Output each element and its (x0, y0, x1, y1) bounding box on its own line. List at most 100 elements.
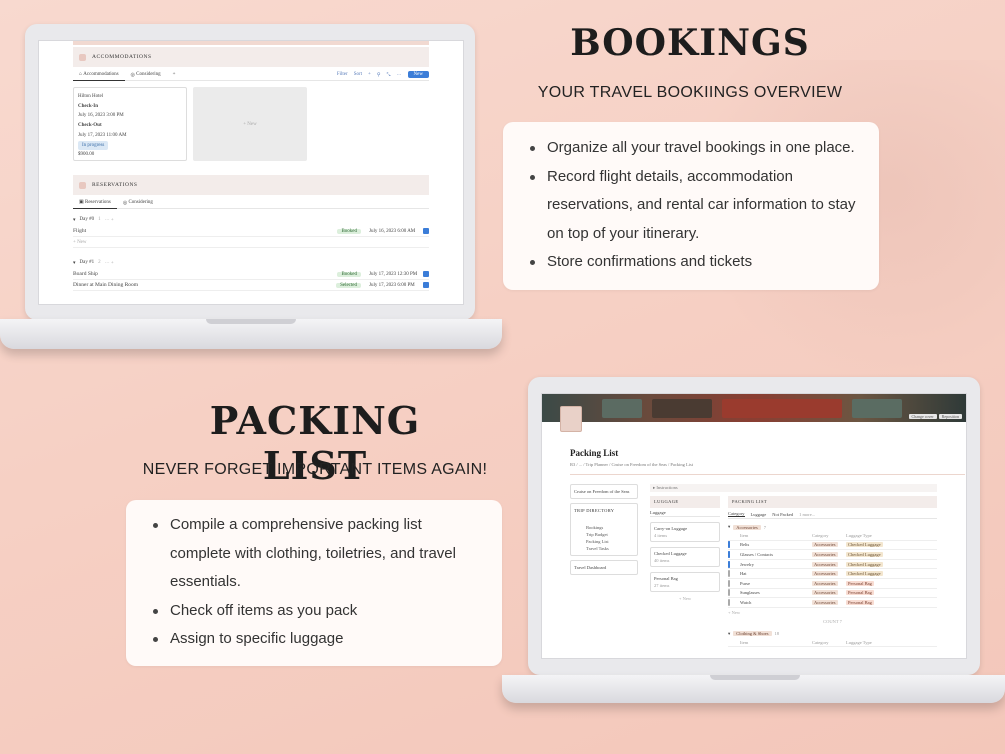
tab-considering[interactable]: ◎ Considering (125, 69, 167, 81)
bookings-bullet-continued: on top of your itinerary. (547, 224, 700, 242)
automation-button[interactable]: + (368, 72, 371, 77)
search-icon[interactable]: ⚲ (377, 72, 381, 78)
packing-row[interactable]: Jewelry Accessories Checked Luggage (728, 560, 937, 570)
tab-luggage-view[interactable]: Luggage (751, 512, 767, 517)
group-clothing[interactable]: ▾ Clothing & Shoes 18 (728, 630, 937, 638)
new-item-button[interactable]: + New (728, 608, 937, 617)
change-cover-button[interactable]: Change cover (908, 414, 937, 419)
category-tag: Accessories (812, 551, 838, 557)
table-header: Item Category Luggage Type (728, 638, 937, 648)
packing-row[interactable]: Sunglasses Accessories Personal Bag (728, 589, 937, 599)
cover-banner: Change cover Reposition (542, 394, 966, 422)
packed-checkbox[interactable] (728, 560, 730, 568)
bookings-screen: ACCOMMODATIONS ⌂ Accommodations ◎ Consid… (38, 40, 464, 305)
checkbox[interactable] (423, 228, 429, 234)
category-tag: Accessories (812, 599, 838, 605)
dir-item-packing[interactable]: Packing List (574, 538, 634, 545)
tab-accommodations[interactable]: ⌂ Accommodations (73, 69, 125, 81)
luggage-tag: Personal Bag (846, 590, 874, 596)
checkin-label: Check-In (78, 103, 99, 109)
packed-checkbox[interactable] (728, 589, 730, 597)
sort-button[interactable]: Sort (354, 72, 362, 77)
bookings-card: Organize all your travel bookings in one… (503, 122, 879, 290)
reposition-button[interactable]: Reposition (938, 414, 962, 419)
hotel-price: $900.00 (78, 152, 95, 158)
tab-res-considering[interactable]: ◎ Considering (117, 197, 159, 209)
packing-row[interactable]: Glasses / Contacts Accessories Checked Lug… (728, 550, 937, 560)
item-name: Purse (740, 580, 750, 586)
tab-category[interactable]: Category (728, 511, 745, 517)
bookings-bullet-continued: reservations, and rental car information… (547, 196, 856, 213)
page-title: Packing List (570, 448, 619, 458)
category-tag: Accessories (812, 561, 838, 567)
packing-row[interactable]: Hat Accessories Checked Luggage (728, 569, 937, 579)
day1-group[interactable]: ▾ Day #1 2 ⋯ + (73, 256, 429, 269)
packing-row[interactable]: Watch Accessories Personal Bag (728, 598, 937, 608)
day0-group[interactable]: ▾ Day #0 1 ⋯ + (73, 213, 429, 226)
toggle-icon[interactable]: ▾ (73, 260, 76, 266)
checkout-label: Check-Out (78, 123, 102, 129)
dashboard-link[interactable]: Travel Dashboard (570, 560, 638, 575)
packing-section: PACKING LIST Category Luggage Not Packed… (728, 496, 937, 648)
laptop-bookings: ACCOMMODATIONS ⌂ Accommodations ◎ Consid… (0, 0, 505, 355)
tab-more[interactable]: 1 more... (799, 512, 815, 517)
luggage-tag: Checked Luggage (846, 571, 883, 577)
luggage-section: LUGGAGE Luggage Carry-on Luggage 4 items… (650, 496, 720, 601)
table-row[interactable]: Board Ship Booked July 17, 2023 12:30 PM (73, 269, 429, 280)
dir-item-tasks[interactable]: Travel Tasks (574, 545, 634, 552)
packed-checkbox[interactable] (728, 579, 730, 587)
item-name: Watch (740, 599, 752, 605)
tab-not-packed[interactable]: Not Packed (772, 512, 793, 517)
luggage-card[interactable]: Carry-on Luggage 4 items (650, 522, 720, 542)
new-row-button[interactable]: + New (73, 237, 429, 248)
packing-bullet: Check off items as you pack (150, 597, 502, 626)
day0-count: 1 (98, 217, 101, 222)
luggage-tag: Checked Luggage (846, 561, 883, 567)
checkout-date: July 17, 2023 11:00 AM (78, 132, 127, 138)
checkin-date: July 16, 2023 3:00 PM (78, 113, 124, 119)
bookings-title: BOOKINGS (570, 22, 810, 64)
toggle-icon[interactable]: ▾ (73, 217, 76, 223)
table-header: Item Category Luggage Type (728, 531, 937, 541)
breadcrumb[interactable]: R3 / ... / Trip Planner / Cruise on Free… (570, 462, 693, 467)
packing-row[interactable]: Belts Accessories Checked Luggage (728, 541, 937, 551)
packing-row[interactable]: Purse Accessories Personal Bag (728, 579, 937, 589)
packed-checkbox[interactable] (728, 598, 730, 606)
hotel-card[interactable]: Hilton Hotel Check-In July 16, 2023 3:00… (73, 87, 187, 161)
item-name: Belts (740, 542, 750, 548)
add-view-button[interactable]: + (167, 69, 182, 81)
reservations-header: RESERVATIONS (73, 175, 429, 195)
tab-luggage[interactable]: Luggage (650, 508, 720, 517)
bookings-subtitle: YOUR TRAVEL BOOKIINGS OVERVIEW (537, 84, 843, 101)
instructions-toggle[interactable]: ▸ Instructions (650, 484, 937, 492)
luggage-tag: Checked Luggage (846, 551, 883, 557)
tab-reservations[interactable]: ▣ Reservations (73, 197, 117, 209)
count-footer: COUNT 7 (823, 618, 842, 624)
cruise-link[interactable]: Cruise on Freedom of the Seas (570, 484, 638, 499)
dir-item-budget[interactable]: Trip Budget (574, 531, 634, 538)
table-row[interactable]: Dinner at Main Dining Room Selected July… (73, 280, 429, 291)
checkbox[interactable] (423, 271, 429, 277)
packing-subtitle: NEVER FORGET IMPORTANT ITEMS AGAIN! (142, 461, 488, 478)
new-card-placeholder[interactable]: + New (193, 87, 307, 161)
item-name: Sunglasses (740, 590, 760, 596)
group-accessories[interactable]: ▾ Accessories 7 (728, 523, 937, 531)
new-button[interactable]: New (407, 71, 429, 78)
packed-checkbox[interactable] (728, 541, 730, 549)
new-luggage-button[interactable]: + New (650, 596, 720, 601)
packed-checkbox[interactable] (728, 550, 730, 558)
filter-button[interactable]: Filter (337, 72, 348, 77)
luggage-card[interactable]: Checked Luggage 40 items (650, 547, 720, 567)
expand-icon[interactable]: ⤡ (387, 72, 391, 78)
bookings-bullet: Store confirmations and tickets (527, 248, 879, 277)
dir-item-bookings[interactable]: Bookings (574, 524, 634, 531)
more-icon[interactable]: ⋯ (397, 72, 402, 78)
luggage-tag: Personal Bag (846, 580, 874, 586)
table-row[interactable]: Flight Booked July 16, 2023 6:00 AM (73, 226, 429, 237)
bookings-bullet: Record flight details, accommodation (527, 163, 879, 192)
packing-screen: Change cover Reposition Packing List R3 … (541, 393, 967, 659)
checkbox[interactable] (423, 282, 429, 288)
category-tag: Accessories (812, 542, 838, 548)
packed-checkbox[interactable] (728, 570, 730, 578)
luggage-card[interactable]: Personal Bag 27 items (650, 572, 720, 592)
